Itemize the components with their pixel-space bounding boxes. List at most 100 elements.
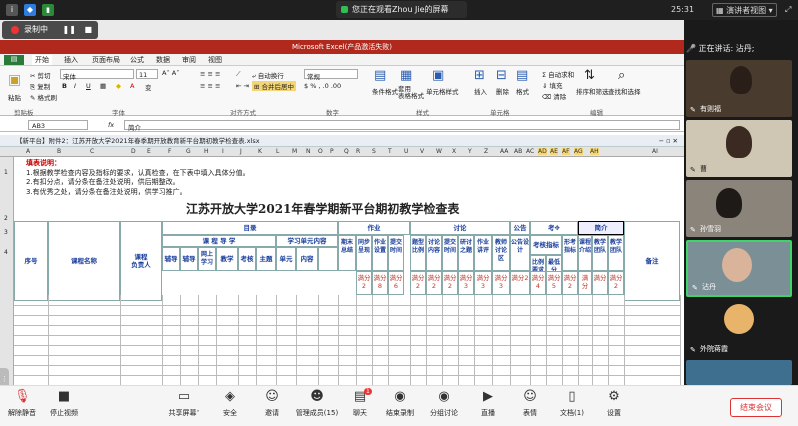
header-tutor[interactable]: 辅导 — [162, 247, 180, 271]
grow-font-icon[interactable]: A˄ A˅ — [162, 69, 179, 77]
score-cell[interactable]: 满分2 — [442, 271, 458, 295]
header-content[interactable]: 内容 — [296, 247, 318, 271]
format-cells-button[interactable]: 格式 — [516, 86, 529, 96]
delete-cells-icon[interactable]: ⊟ — [496, 68, 507, 83]
reaction-button[interactable]: ☺ 表情 — [510, 389, 550, 418]
header-intro[interactable]: 简介 — [578, 221, 624, 235]
insert-cells-button[interactable]: 插入 — [474, 86, 487, 96]
header-unit[interactable]: 学习单元内容 — [276, 235, 338, 247]
video-button[interactable]: ■ 停止视频 — [44, 389, 84, 418]
align-top-icon[interactable]: ≡ ≡ ≡ — [200, 70, 220, 78]
font-size-select[interactable]: 11 — [136, 69, 158, 79]
currency-icon[interactable]: $ % , .0 .00 — [304, 82, 341, 90]
sub-header[interactable]: 教学团队 — [608, 235, 624, 271]
find-select-button[interactable]: 查找和选择 — [608, 86, 641, 96]
row-header[interactable]: 1 — [4, 169, 8, 176]
copy-button[interactable]: ⎘ 复制 — [30, 81, 50, 92]
mute-button[interactable]: 🎙 解除静音 — [2, 389, 42, 418]
column-header[interactable]: Q — [344, 148, 349, 155]
header-summary[interactable]: 期末 总结 — [338, 235, 356, 271]
tab-review[interactable]: 审阅 — [182, 55, 196, 65]
signal-icon[interactable]: ▮ — [42, 4, 54, 16]
cell-style-icon[interactable]: ▣ — [432, 68, 444, 83]
column-header[interactable]: AG — [574, 148, 583, 155]
header-tutor2[interactable]: 辅导 — [180, 247, 198, 271]
find-select-icon[interactable]: ⌕ — [618, 68, 625, 83]
participant-tile[interactable] — [686, 360, 792, 385]
file-tab[interactable]: ▤ — [4, 55, 24, 65]
column-header[interactable]: T — [388, 148, 392, 155]
column-header[interactable]: G — [186, 148, 191, 155]
sub-header[interactable]: 教师讨论区 — [492, 235, 510, 271]
column-header[interactable]: V — [420, 148, 424, 155]
score-cell[interactable]: 满分3 — [474, 271, 492, 295]
stop-icon[interactable]: ■ — [85, 25, 93, 34]
score-cell[interactable]: 满分5 — [546, 271, 562, 295]
participant-tile-active[interactable]: ✎ 沾丹 — [686, 240, 792, 297]
column-header[interactable]: N — [306, 148, 311, 155]
sub-header[interactable]: 同步呈现 — [356, 235, 372, 271]
header-catalog[interactable]: 目录 — [162, 221, 338, 235]
column-header[interactable]: H — [204, 148, 209, 155]
wrap-text-button[interactable]: ⤶ 自动换行 — [252, 70, 284, 81]
column-header[interactable]: C — [90, 148, 94, 155]
format-painter-button[interactable]: ✎ 格式刷 — [30, 92, 57, 102]
fx-icon[interactable]: fx — [108, 121, 114, 129]
participant-tile[interactable]: ✎ 外院蒋霞 — [686, 300, 792, 357]
recording-indicator[interactable]: 录制中 ❚❚ ■ — [2, 21, 98, 39]
number-format-select[interactable]: 常规 — [304, 69, 358, 81]
chat-button[interactable]: ▤ 聊天 1 — [340, 388, 380, 418]
score-cell[interactable]: 满分3 — [458, 271, 474, 295]
score-cell[interactable]: 满分8 — [372, 271, 388, 295]
table-format-button[interactable]: 套用 表格格式 — [398, 86, 424, 100]
pause-icon[interactable]: ❚❚ — [63, 25, 76, 34]
cut-button[interactable]: ✂ 剪切 — [30, 70, 51, 80]
align-left-icon[interactable]: ≡ ≡ ≡ — [200, 82, 220, 90]
header-remarks[interactable]: 备注 — [624, 221, 680, 301]
invite-button[interactable]: ☺ 邀请 — [252, 389, 292, 418]
score-cell[interactable]: 满分2 — [562, 271, 578, 295]
score-cell[interactable]: 满分 — [592, 271, 608, 295]
column-header[interactable]: O — [318, 148, 323, 155]
view-mode-button[interactable]: ▦ 演讲者视图 ▾ — [712, 3, 777, 17]
sub-header[interactable]: 教学团队 — [592, 235, 608, 271]
row-header[interactable]: 4 — [4, 249, 8, 256]
header-discussion[interactable]: 讨论 — [410, 221, 510, 235]
stop-recording-button[interactable]: ◉ 结束录制 — [380, 389, 420, 418]
column-header[interactable]: AI — [652, 148, 658, 155]
shield-icon[interactable]: ◆ — [24, 4, 36, 16]
score-cell[interactable]: 满分4 — [530, 271, 546, 295]
header-unit-desc[interactable]: 单元 — [276, 247, 296, 271]
participant-tile[interactable]: ✎ 孙雪羽 — [686, 180, 792, 237]
sub-header[interactable]: 形考指标 — [562, 235, 578, 271]
indent-icon[interactable]: ⇤ ⇥ — [236, 82, 249, 90]
score-cell[interactable]: 满分 — [578, 271, 592, 295]
orientation-icon[interactable]: ⟋ — [236, 70, 241, 79]
header-announce[interactable]: 公告 — [510, 221, 530, 235]
paste-icon[interactable]: ▣ — [8, 72, 21, 88]
sub-header[interactable]: 作业设置 — [372, 235, 388, 271]
autosum-button[interactable]: Σ 自动求和 — [542, 69, 574, 79]
column-header[interactable]: D — [131, 148, 136, 155]
header-homework[interactable]: 作业 — [338, 221, 410, 235]
header-assess[interactable]: 考核 — [238, 247, 256, 271]
column-header[interactable]: AC — [526, 148, 534, 155]
column-header[interactable]: AB — [514, 148, 522, 155]
sub-header[interactable]: 课程介绍 — [578, 235, 592, 271]
tab-home[interactable]: 开始 — [32, 55, 52, 65]
participant-tile[interactable]: ✎ 有则福 — [686, 60, 792, 117]
column-header[interactable]: M — [292, 148, 297, 155]
format-cells-icon[interactable]: ▤ — [516, 68, 528, 83]
score-cell[interactable]: 满分2 — [510, 271, 530, 295]
score-cell[interactable]: 满分3 — [492, 271, 510, 295]
documents-button[interactable]: ▯ 文档(1) — [552, 389, 592, 418]
cell-style-button[interactable]: 单元格样式 — [426, 86, 459, 96]
header-blank[interactable] — [318, 247, 338, 271]
merge-center-button[interactable]: ⊞ 合并后居中 — [252, 81, 297, 91]
security-button[interactable]: ◈ 安全 — [210, 389, 250, 418]
tab-formulas[interactable]: 公式 — [130, 55, 144, 65]
screen-share-indicator[interactable]: 您正在观看Zhou Jie的屏幕 — [336, 1, 467, 18]
sub-header[interactable]: 公告设计 — [510, 235, 530, 271]
info-icon[interactable]: i — [6, 4, 18, 16]
column-header[interactable]: U — [404, 148, 408, 155]
